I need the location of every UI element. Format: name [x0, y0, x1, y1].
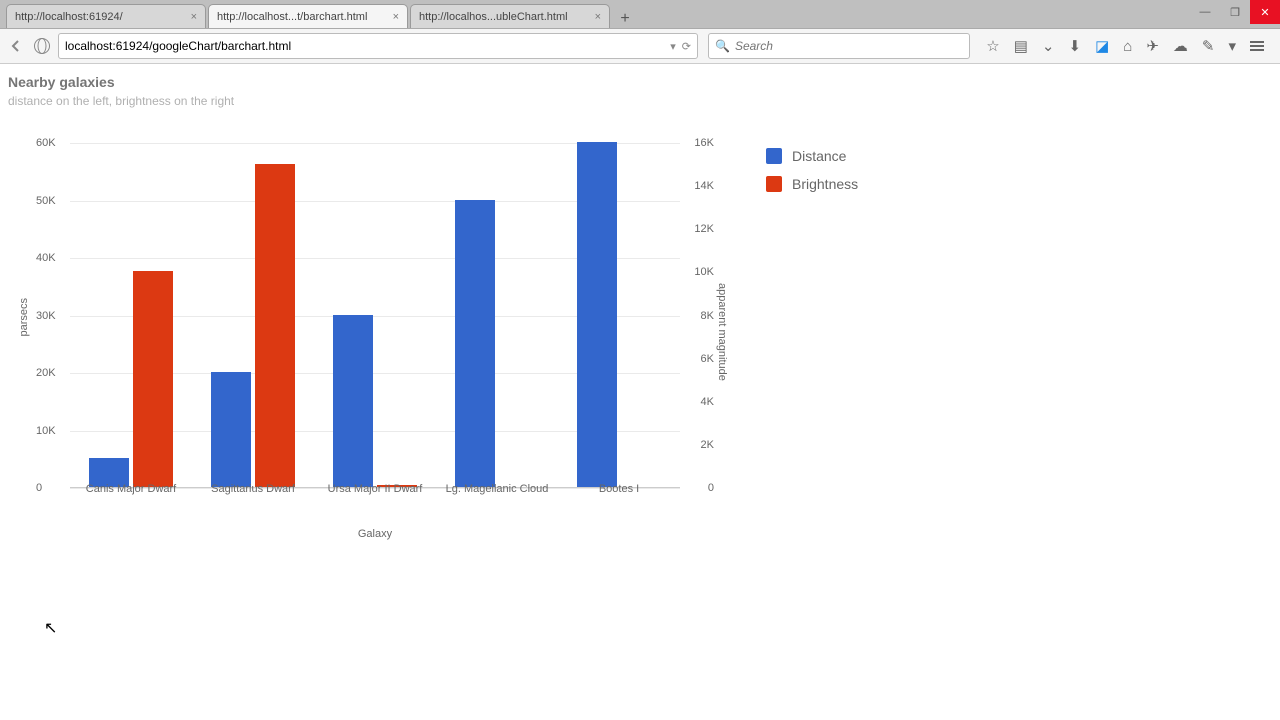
library-icon[interactable]: ▤ — [1014, 37, 1028, 55]
reload-icon[interactable]: ⟳ — [682, 40, 691, 53]
browser-tab[interactable]: http://localhost:61924/ × — [6, 4, 206, 28]
url-input[interactable] — [65, 39, 664, 53]
y-right-tick: 2K — [701, 439, 714, 451]
bar-distance[interactable] — [211, 372, 251, 487]
y-axis-left-label: parsecs — [18, 298, 30, 337]
plot-region: 010K20K30K40K50K60K02K4K6K8K10K12K14K16K — [70, 143, 680, 488]
send-icon[interactable]: ✈ — [1146, 37, 1159, 55]
mouse-cursor-icon: ↖ — [44, 618, 57, 638]
y-right-tick: 16K — [694, 137, 714, 149]
x-category-label: Lg. Magellanic Cloud — [446, 483, 549, 495]
bar-distance[interactable] — [333, 315, 373, 488]
browser-tabstrip: http://localhost:61924/ × http://localho… — [0, 0, 1280, 28]
close-tab-icon[interactable]: × — [595, 11, 601, 23]
search-input[interactable] — [735, 39, 963, 53]
y-left-tick: 60K — [36, 137, 56, 149]
y-left-tick: 10K — [36, 425, 56, 437]
globe-icon — [34, 38, 50, 54]
chart-title: Nearby galaxies — [8, 74, 1272, 90]
chart-area: parsecs apparent magnitude 010K20K30K40K… — [8, 128, 1272, 598]
download-icon[interactable]: ⬇ — [1068, 37, 1081, 55]
pocket-icon[interactable]: ⌄ — [1042, 37, 1055, 55]
x-category-label: Bootes I — [599, 483, 639, 495]
legend-item-brightness[interactable]: Brightness — [766, 176, 858, 192]
x-axis-label: Galaxy — [70, 528, 680, 540]
search-icon: 🔍 — [715, 39, 730, 53]
bar-distance[interactable] — [577, 142, 617, 487]
tab-label: http://localhost:61924/ — [15, 11, 123, 23]
chart-subtitle: distance on the left, brightness on the … — [8, 94, 1272, 108]
y-right-tick: 14K — [694, 180, 714, 192]
y-left-tick: 50K — [36, 195, 56, 207]
more-dropdown-icon[interactable]: ▾ — [1228, 37, 1236, 55]
legend-label: Distance — [792, 148, 846, 164]
x-category-label: Ursa Major II Dwarf — [328, 483, 423, 495]
y-right-tick: 6K — [701, 353, 714, 365]
y-right-tick: 8K — [701, 310, 714, 322]
reader-mode-icon[interactable]: ▾ — [670, 40, 676, 53]
window-controls: — ❐ ✕ — [1190, 0, 1280, 28]
close-tab-icon[interactable]: × — [191, 11, 197, 23]
bar-distance[interactable] — [455, 200, 495, 488]
tab-label: http://localhost...t/barchart.html — [217, 11, 367, 23]
browser-tab[interactable]: http://localhos...ubleChart.html × — [410, 4, 610, 28]
y-right-tick: 4K — [701, 396, 714, 408]
address-bar[interactable]: ▾ ⟳ — [58, 33, 698, 59]
y-left-tick: 20K — [36, 367, 56, 379]
y-right-tick: 10K — [694, 266, 714, 278]
y-left-tick: 30K — [36, 310, 56, 322]
bar-brightness[interactable] — [133, 271, 173, 487]
back-button[interactable] — [6, 36, 26, 56]
tab-label: http://localhos...ubleChart.html — [419, 11, 568, 23]
bar-brightness[interactable] — [255, 164, 295, 487]
x-category-label: Canis Major Dwarf — [86, 483, 176, 495]
y-left-tick: 0 — [36, 482, 42, 494]
legend-item-distance[interactable]: Distance — [766, 148, 858, 164]
arrow-left-icon — [9, 39, 23, 53]
close-tab-icon[interactable]: × — [393, 11, 399, 23]
browser-toolbar: ▾ ⟳ 🔍 ☆ ▤ ⌄ ⬇ ◪ ⌂ ✈ ☁ ✎ ▾ — [0, 28, 1280, 64]
customize-icon[interactable]: ✎ — [1202, 37, 1215, 55]
menu-icon[interactable] — [1250, 41, 1264, 51]
minimize-button[interactable]: — — [1190, 0, 1220, 24]
legend-swatch-icon — [766, 176, 782, 192]
chat-icon[interactable]: ☁ — [1173, 37, 1188, 55]
maximize-button[interactable]: ❐ — [1220, 0, 1250, 24]
y-left-tick: 40K — [36, 252, 56, 264]
y-axis-right-label: apparent magnitude — [716, 283, 728, 381]
bookmark-star-icon[interactable]: ☆ — [986, 37, 999, 55]
y-right-tick: 12K — [694, 223, 714, 235]
chart-legend: Distance Brightness — [766, 148, 858, 204]
legend-label: Brightness — [792, 176, 858, 192]
search-bar[interactable]: 🔍 — [708, 33, 970, 59]
y-right-tick: 0 — [708, 482, 714, 494]
page-viewport: Nearby galaxies distance on the left, br… — [0, 64, 1280, 720]
x-category-label: Sagittarius Dwarf — [211, 483, 295, 495]
close-window-button[interactable]: ✕ — [1250, 0, 1280, 24]
browser-tab[interactable]: http://localhost...t/barchart.html × — [208, 4, 408, 28]
site-identity-button[interactable] — [32, 36, 52, 56]
home-icon[interactable]: ⌂ — [1123, 38, 1132, 55]
toolbar-icons: ☆ ▤ ⌄ ⬇ ◪ ⌂ ✈ ☁ ✎ ▾ — [976, 37, 1274, 55]
legend-swatch-icon — [766, 148, 782, 164]
new-tab-button[interactable]: + — [612, 10, 638, 28]
apps-icon[interactable]: ◪ — [1095, 37, 1109, 55]
